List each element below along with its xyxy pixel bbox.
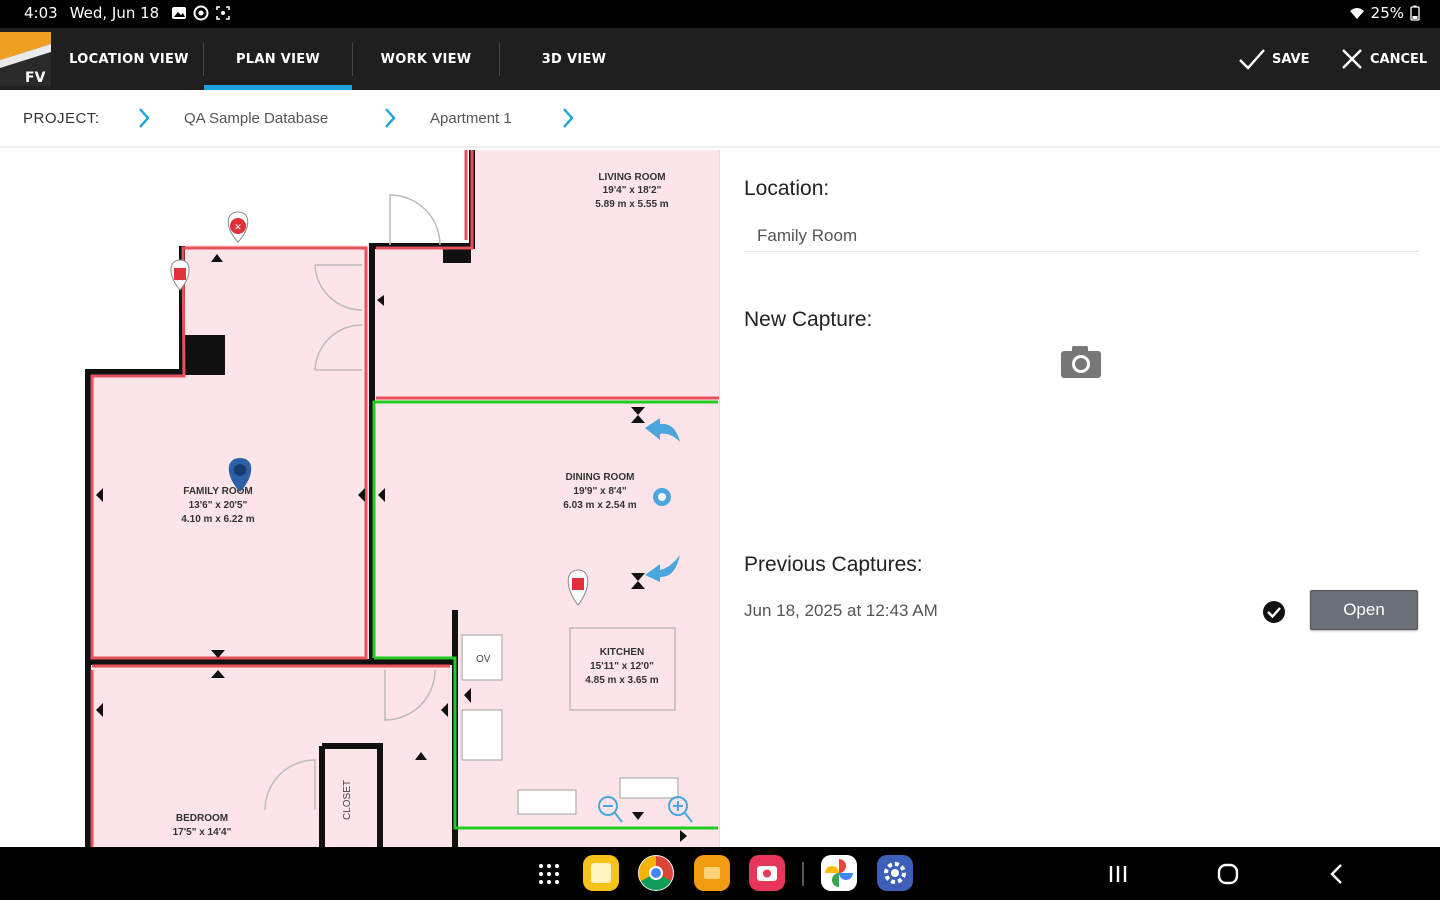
status-bar: 4:03 Wed, Jun 18 25% [0, 0, 1440, 28]
room-dim-living: 19'4" x 18'2" [603, 185, 662, 196]
notes-app-icon[interactable] [583, 855, 619, 891]
floor-plan[interactable]: OV CLOSET LIVING ROOM 19'4" x 18'2" 5.89… [0, 150, 720, 847]
check-circle-icon [1263, 601, 1285, 623]
wifi-icon [1349, 8, 1364, 19]
settings-app-icon[interactable] [877, 855, 913, 891]
room-name-dining: DINING ROOM [566, 472, 635, 483]
oven-label: OV [476, 654, 491, 665]
sync-notification-icon [193, 5, 209, 21]
room-dim-family: 13'6" x 20'5" [189, 500, 248, 511]
chevron-right-icon [139, 108, 150, 128]
cancel-label: CANCEL [1370, 51, 1428, 67]
camera-icon[interactable] [1060, 345, 1102, 379]
breadcrumb-item-database[interactable]: QA Sample Database [184, 110, 328, 127]
room-metric-dining: 6.03 m x 2.54 m [563, 500, 636, 511]
screenshot-notification-icon [216, 6, 231, 20]
floor-plan-canvas[interactable]: OV CLOSET LIVING ROOM 19'4" x 18'2" 5.89… [0, 150, 720, 847]
tab-work-view[interactable]: WORK VIEW [353, 28, 499, 90]
breadcrumb-label: PROJECT: [23, 110, 100, 127]
open-capture-button[interactable]: Open [1310, 590, 1418, 630]
svg-text:✕: ✕ [234, 222, 242, 232]
new-capture-label: New Capture: [744, 308, 873, 331]
closet-label: CLOSET [342, 780, 353, 820]
room-dim-dining: 19'9" x 8'4" [573, 486, 626, 497]
nav-divider [802, 862, 804, 886]
details-panel: Location: Family Room New Capture: Previ… [721, 150, 1440, 847]
room-dim-bedroom: 17'5" x 14'4" [173, 827, 232, 838]
back-icon[interactable] [1324, 860, 1352, 888]
battery-icon [1410, 5, 1420, 21]
chrome-app-icon[interactable] [638, 855, 674, 891]
room-name-kitchen: KITCHEN [600, 647, 644, 658]
room-name-living: LIVING ROOM [598, 172, 665, 183]
room-metric-family: 4.10 m x 6.22 m [181, 514, 254, 525]
location-value[interactable]: Family Room [757, 226, 857, 246]
breadcrumb-item-apartment[interactable]: Apartment 1 [430, 110, 512, 127]
previous-captures-label: Previous Captures: [744, 553, 923, 576]
camera-app-icon[interactable] [749, 855, 785, 891]
orange-app-icon[interactable] [694, 855, 730, 891]
save-label: SAVE [1272, 51, 1310, 67]
android-nav-bar [0, 847, 1440, 900]
red-marker-pin[interactable]: ✕ [227, 211, 249, 243]
room-dim-kitchen: 15'11" x 12'0" [590, 661, 654, 672]
tab-3d-view[interactable]: 3D VIEW [500, 28, 648, 90]
room-metric-living: 5.89 m x 5.55 m [595, 199, 668, 210]
capture-date: Jun 18, 2025 at 12:43 AM [744, 601, 938, 620]
app-bar: FV LOCATION VIEW PLAN VIEW WORK VIEW 3D … [0, 28, 1440, 90]
chevron-right-icon[interactable] [560, 106, 576, 130]
cancel-button[interactable]: CANCEL [1340, 28, 1427, 90]
column-block [183, 335, 225, 375]
app-logo: FV [0, 32, 51, 86]
location-label: Location: [744, 177, 830, 200]
save-button[interactable]: SAVE [1238, 28, 1309, 90]
tab-plan-view[interactable]: PLAN VIEW [204, 28, 352, 90]
battery-percent: 25% [1370, 4, 1404, 22]
status-date: Wed, Jun 18 [69, 4, 160, 22]
photos-app-icon[interactable] [821, 855, 857, 891]
dining-room-point-marker[interactable] [653, 488, 671, 506]
logo-text: FV [25, 70, 46, 86]
room-metric-kitchen: 4.85 m x 3.65 m [585, 675, 658, 686]
home-icon[interactable] [1214, 860, 1242, 888]
checkmark-icon [1239, 49, 1265, 70]
room-name-bedroom: BEDROOM [176, 813, 228, 824]
recent-apps-icon[interactable] [1104, 860, 1132, 888]
breadcrumb: PROJECT: QA Sample Database Apartment 1 [0, 90, 1440, 148]
tab-location-view[interactable]: LOCATION VIEW [55, 28, 203, 90]
gallery-notification-icon [172, 7, 187, 19]
status-time: 4:03 [24, 4, 58, 22]
apps-grid-icon[interactable] [538, 863, 560, 885]
chevron-right-icon [385, 108, 396, 128]
close-icon [1342, 49, 1362, 69]
location-underline [744, 251, 1419, 252]
